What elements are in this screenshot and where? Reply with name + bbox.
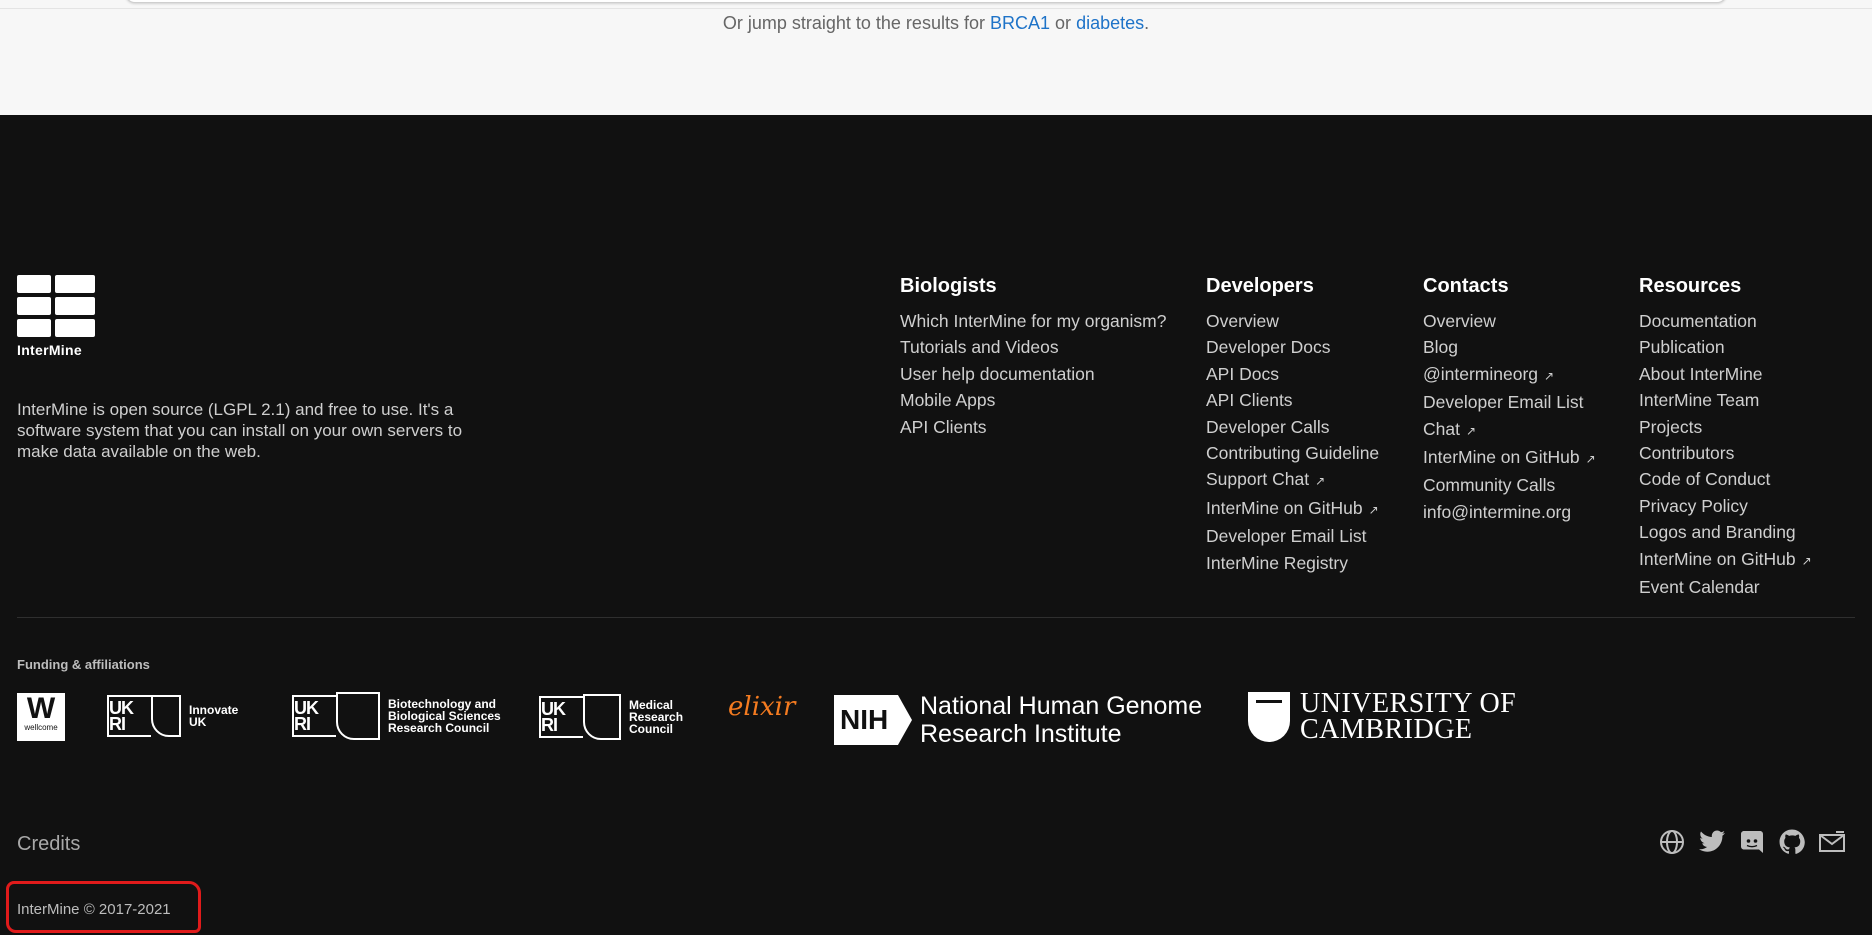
nih-mark: NIH	[834, 695, 912, 745]
ukri-mark: UK RI	[539, 696, 583, 738]
external-link-icon: ↗	[1368, 502, 1379, 517]
logo-text: InterMine	[17, 342, 82, 358]
external-link-icon: ↗	[1801, 553, 1812, 568]
footer-link[interactable]: Contributing Guideline	[1206, 440, 1379, 466]
mail-icon[interactable]	[1818, 828, 1846, 856]
developers-column: Developers Overview Developer Docs API D…	[1206, 274, 1379, 576]
twitter-icon[interactable]	[1698, 828, 1726, 856]
external-link-icon: ↗	[1465, 423, 1477, 438]
footer-link[interactable]: Overview	[1206, 308, 1379, 334]
footer-link[interactable]: Mobile Apps	[900, 387, 1166, 413]
footer-link[interactable]: Event Calendar	[1639, 574, 1812, 600]
footer-link[interactable]: Tutorials and Videos	[900, 334, 1166, 360]
footer-link[interactable]: API Docs	[1206, 361, 1379, 387]
innovate-uk-logo[interactable]: UK RI Innovate UK	[107, 695, 238, 737]
footer-link-external[interactable]: InterMine on GitHub ↗	[1206, 495, 1379, 523]
footer-link[interactable]: Which InterMine for my organism?	[900, 308, 1166, 334]
brca1-link[interactable]: BRCA1	[990, 13, 1050, 33]
footer-link[interactable]: API Clients	[1206, 387, 1379, 413]
footer-link[interactable]: About InterMine	[1639, 361, 1812, 387]
annotation-highlight	[6, 881, 201, 933]
footer-link-external[interactable]: Support Chat ↗	[1206, 466, 1379, 494]
mrc-text: Medical Research Council	[629, 698, 684, 736]
discord-icon[interactable]	[1738, 828, 1766, 856]
ukri-mark: UK RI	[292, 695, 336, 737]
wellcome-logo[interactable]: W wellcome	[17, 693, 65, 741]
bbsrc-text: Biotechnology and Biological Sciences Re…	[388, 697, 501, 735]
footer-link[interactable]: Developer Docs	[1206, 334, 1379, 360]
footer-link[interactable]: Developer Email List	[1206, 523, 1379, 549]
about-text: InterMine is open source (LGPL 2.1) and …	[17, 400, 463, 461]
bbsrc-logo[interactable]: UK RI Biotechnology and Biological Scien…	[292, 692, 501, 740]
ukri-fold	[583, 694, 621, 740]
footer-link-external[interactable]: Chat ↗	[1423, 416, 1596, 444]
cambridge-shield-icon	[1248, 692, 1290, 742]
jump-prefix: Or jump straight to the results for	[722, 13, 985, 33]
footer-link-external[interactable]: InterMine on GitHub ↗	[1423, 444, 1596, 472]
footer-link[interactable]: Logos and Branding	[1639, 519, 1812, 545]
credits-link[interactable]: Credits	[17, 833, 80, 856]
footer-link[interactable]: Blog	[1423, 334, 1596, 360]
search-results-area: Or jump straight to the results for BRCA…	[0, 0, 1872, 115]
footer-link[interactable]: Documentation	[1639, 308, 1812, 334]
nih-name: National Human Genome Research Institute	[920, 692, 1203, 748]
intermine-logo[interactable]: InterMine	[17, 275, 97, 358]
mrc-logo[interactable]: UK RI Medical Research Council	[539, 694, 683, 740]
footer-link[interactable]: info@intermine.org	[1423, 499, 1596, 525]
biologists-column: Biologists Which InterMine for my organi…	[900, 274, 1166, 440]
divider	[0, 8, 1872, 9]
or-text: or	[1055, 13, 1072, 33]
cambridge-name: UNIVERSITY OF CAMBRIDGE	[1300, 688, 1517, 745]
social-links	[1658, 828, 1846, 856]
footer-divider	[17, 617, 1855, 618]
footer-link[interactable]: Developer Calls	[1206, 414, 1379, 440]
column-title: Resources	[1639, 275, 1742, 297]
ukri-fold	[151, 695, 181, 737]
external-link-icon: ↗	[1315, 474, 1326, 489]
column-title: Developers	[1206, 275, 1314, 297]
footer-link[interactable]: Community Calls	[1423, 472, 1596, 498]
footer-link[interactable]: Publication	[1639, 334, 1812, 360]
column-title: Contacts	[1423, 275, 1509, 297]
footer-link[interactable]: Developer Email List	[1423, 389, 1596, 415]
footer-link[interactable]: API Clients	[900, 414, 1166, 440]
footer-link[interactable]: Overview	[1423, 308, 1596, 334]
contacts-column: Contacts Overview Blog @intermineorg ↗ De…	[1423, 274, 1596, 525]
diabetes-link[interactable]: diabetes	[1076, 13, 1144, 33]
wellcome-text: wellcome	[24, 723, 58, 732]
ukri-mark: UK RI	[107, 695, 151, 737]
ukri-fold	[336, 692, 380, 740]
cambridge-logo[interactable]: UNIVERSITY OF CAMBRIDGE	[1248, 688, 1517, 745]
footer-link[interactable]: Code of Conduct	[1639, 466, 1812, 492]
logo-mark	[17, 275, 97, 337]
footer-link-external[interactable]: InterMine on GitHub ↗	[1639, 546, 1812, 574]
jump-to-results: Or jump straight to the results for BRCA…	[0, 13, 1872, 34]
search-bar-edge[interactable]	[125, 0, 1727, 3]
footer-link-external[interactable]: @intermineorg ↗	[1423, 361, 1596, 389]
footer-link[interactable]: InterMine Team	[1639, 387, 1812, 413]
funding-heading: Funding & affiliations	[17, 657, 150, 672]
period: .	[1144, 13, 1150, 33]
globe-icon[interactable]	[1658, 828, 1686, 856]
wellcome-mark: W	[26, 692, 56, 725]
footer-link[interactable]: Contributors	[1639, 440, 1812, 466]
footer-link[interactable]: InterMine Registry	[1206, 550, 1379, 576]
nih-logo[interactable]: NIH National Human Genome Research Insti…	[834, 692, 1202, 748]
resources-column: Resources Documentation Publication Abou…	[1639, 274, 1812, 600]
external-link-icon: ↗	[1544, 368, 1555, 383]
column-title: Biologists	[900, 275, 997, 297]
footer-link[interactable]: Privacy Policy	[1639, 493, 1812, 519]
footer-link[interactable]: Projects	[1639, 414, 1812, 440]
external-link-icon: ↗	[1585, 452, 1596, 467]
innovate-uk-text: Innovate UK	[189, 703, 239, 729]
footer-link[interactable]: User help documentation	[900, 361, 1166, 387]
elixir-logo[interactable]: elixir	[728, 692, 795, 722]
github-icon[interactable]	[1778, 828, 1806, 856]
